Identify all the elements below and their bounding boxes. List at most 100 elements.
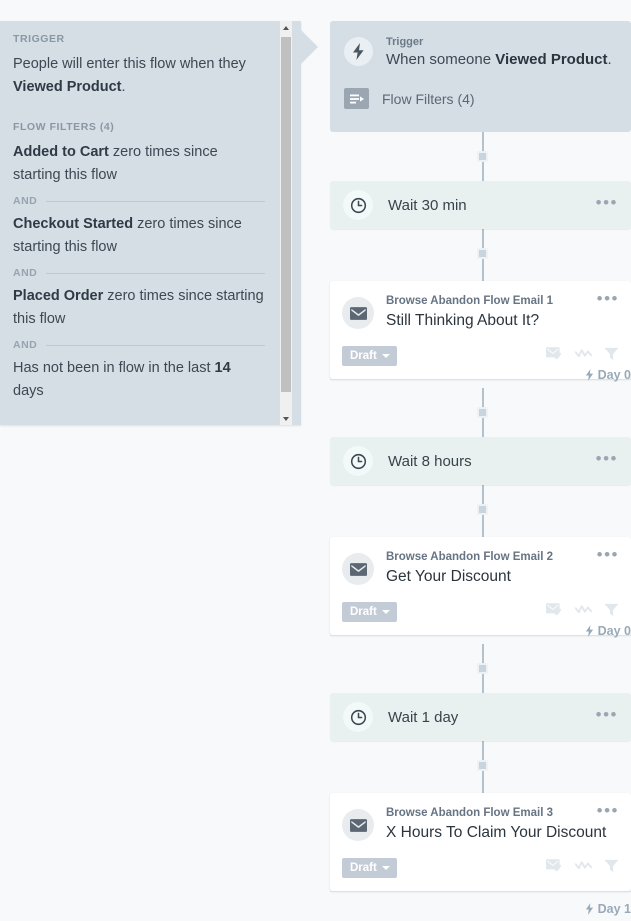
email-3-status-badge[interactable]: Draft — [342, 858, 397, 878]
filter-funnel-icon[interactable] — [604, 859, 619, 878]
and-label: AND — [13, 339, 38, 351]
email-check-icon[interactable] — [546, 602, 563, 622]
email-1-subject: Still Thinking About It? — [386, 312, 540, 329]
scroll-up-button[interactable] — [280, 21, 292, 34]
email-meta: Browse Abandon Flow Email 1 Still Thinki… — [386, 294, 585, 331]
email-2-day-marker: Day 0 — [585, 624, 631, 638]
email-3-action-icons — [546, 858, 619, 878]
flow-canvas: Trigger When someone Viewed Product. Flo… — [330, 0, 631, 921]
tooltip-trigger-metric: Viewed Product — [13, 79, 122, 95]
analytics-icon[interactable] — [574, 347, 593, 365]
analytics-icon[interactable] — [574, 603, 593, 621]
tooltip-filter-4: Has not been in flow in the last 14 days — [13, 357, 265, 403]
email-meta: Browse Abandon Flow Email 2 Get Your Dis… — [386, 550, 585, 587]
email-1-day-marker: Day 0 — [585, 368, 631, 382]
and-rule — [46, 344, 265, 346]
and-label: AND — [13, 267, 38, 279]
email-2-menu-button[interactable]: ••• — [597, 546, 619, 565]
tooltip-filter-1-metric: Added to Cart — [13, 144, 109, 160]
tooltip-filter-1: Added to Cart zero times since starting … — [13, 141, 265, 187]
tooltip-scrollbar[interactable] — [279, 21, 292, 425]
tooltip-trigger-kicker: TRIGGER — [13, 33, 65, 45]
tooltip-filters-kicker: FLOW FILTERS (4) — [13, 121, 115, 133]
email-check-icon[interactable] — [546, 858, 563, 878]
wait-8-hours-card[interactable]: Wait 8 hours ••• — [330, 437, 631, 485]
clock-icon — [343, 446, 373, 476]
connector-node[interactable] — [477, 663, 488, 674]
trigger-description: When someone Viewed Product. — [386, 50, 612, 70]
tooltip-filter-2: Checkout Started zero times since starti… — [13, 213, 265, 259]
email-footer-row: Draft — [342, 858, 619, 878]
day-divider — [330, 891, 631, 892]
wait-1-day-menu-button[interactable]: ••• — [596, 706, 618, 725]
wait-1-day-card[interactable]: Wait 1 day ••• — [330, 693, 631, 741]
trigger-meta: Trigger When someone Viewed Product. — [386, 35, 612, 70]
lightning-bolt-icon — [585, 903, 593, 915]
clock-icon — [343, 702, 373, 732]
browse-abandon-email-3-card[interactable]: Browse Abandon Flow Email 3 X Hours To C… — [330, 793, 631, 891]
email-1-name: Browse Abandon Flow Email 1 — [386, 295, 553, 307]
and-rule — [46, 272, 265, 274]
connector-node[interactable] — [477, 248, 488, 259]
lightning-bolt-icon — [585, 369, 593, 381]
tooltip-scroll-area: TRIGGER People will enter this flow when… — [0, 21, 281, 425]
email-2-action-icons — [546, 602, 619, 622]
email-2-status-label: Draft — [350, 606, 377, 618]
scrollbar-thumb[interactable] — [281, 37, 291, 392]
connector-node[interactable] — [477, 504, 488, 515]
filter-funnel-icon[interactable] — [604, 347, 619, 366]
tooltip-and-separator-3: AND — [13, 339, 265, 351]
trigger-event: Viewed Product — [495, 51, 608, 68]
scroll-down-button[interactable] — [280, 412, 292, 425]
and-rule — [46, 200, 265, 202]
email-3-menu-button[interactable]: ••• — [597, 802, 619, 821]
trigger-label: Trigger — [386, 36, 424, 48]
tooltip-filter-4-rest: days — [13, 383, 44, 399]
tooltip-trigger-period: . — [121, 79, 126, 95]
email-header-row: Browse Abandon Flow Email 2 Get Your Dis… — [342, 546, 619, 587]
trigger-card[interactable]: Trigger When someone Viewed Product. Flo… — [330, 21, 631, 132]
tooltip-filter-4-prefix: Has not been in flow in the last — [13, 360, 215, 376]
browse-abandon-email-2-card[interactable]: Browse Abandon Flow Email 2 Get Your Dis… — [330, 537, 631, 635]
email-2-day-label: Day 0 — [597, 624, 631, 638]
tooltip-trigger-line1: People will enter this flow when they — [13, 56, 246, 72]
email-header-row: Browse Abandon Flow Email 1 Still Thinki… — [342, 290, 619, 331]
email-3-name: Browse Abandon Flow Email 3 — [386, 807, 553, 819]
flow-filters-row[interactable]: Flow Filters (4) — [344, 88, 617, 109]
wait-30-min-card[interactable]: Wait 30 min ••• — [330, 181, 631, 229]
email-2-subject: Get Your Discount — [386, 568, 511, 585]
tooltip-filter-3-metric: Placed Order — [13, 288, 104, 304]
flow-filters-label: Flow Filters (4) — [382, 90, 475, 107]
connector-node[interactable] — [477, 151, 488, 162]
email-1-status-badge[interactable]: Draft — [342, 346, 397, 366]
connector-node[interactable] — [477, 760, 488, 771]
email-footer-row: Draft — [342, 346, 619, 366]
wait-30-min-menu-button[interactable]: ••• — [596, 194, 618, 213]
connector-node[interactable] — [477, 407, 488, 418]
chevron-down-icon — [283, 416, 289, 421]
tooltip-pointer-arrow — [301, 30, 318, 64]
email-1-action-icons — [546, 346, 619, 366]
tooltip-trigger-text: People will enter this flow when they Vi… — [13, 53, 265, 99]
and-label: AND — [13, 195, 38, 207]
email-2-name: Browse Abandon Flow Email 2 — [386, 551, 553, 563]
wait-8-hours-menu-button[interactable]: ••• — [596, 450, 618, 469]
filter-funnel-icon[interactable] — [604, 603, 619, 622]
flow-filter-icon — [344, 88, 369, 109]
email-1-day-label: Day 0 — [597, 368, 631, 382]
browse-abandon-email-1-card[interactable]: Browse Abandon Flow Email 1 Still Thinki… — [330, 281, 631, 379]
wait-8-hours-label: Wait 8 hours — [388, 452, 472, 470]
chevron-down-icon — [381, 354, 390, 358]
email-3-day-label: Day 1 — [597, 902, 631, 916]
trigger-header-row: Trigger When someone Viewed Product. — [344, 35, 617, 70]
envelope-icon — [342, 553, 374, 585]
email-1-status-label: Draft — [350, 350, 377, 362]
tooltip-filter-4-metric: 14 — [214, 360, 231, 376]
email-3-status-label: Draft — [350, 862, 377, 874]
clock-icon — [343, 190, 373, 220]
email-check-icon[interactable] — [546, 346, 563, 366]
email-2-status-badge[interactable]: Draft — [342, 602, 397, 622]
email-footer-row: Draft — [342, 602, 619, 622]
analytics-icon[interactable] — [574, 859, 593, 877]
email-1-menu-button[interactable]: ••• — [597, 290, 619, 309]
